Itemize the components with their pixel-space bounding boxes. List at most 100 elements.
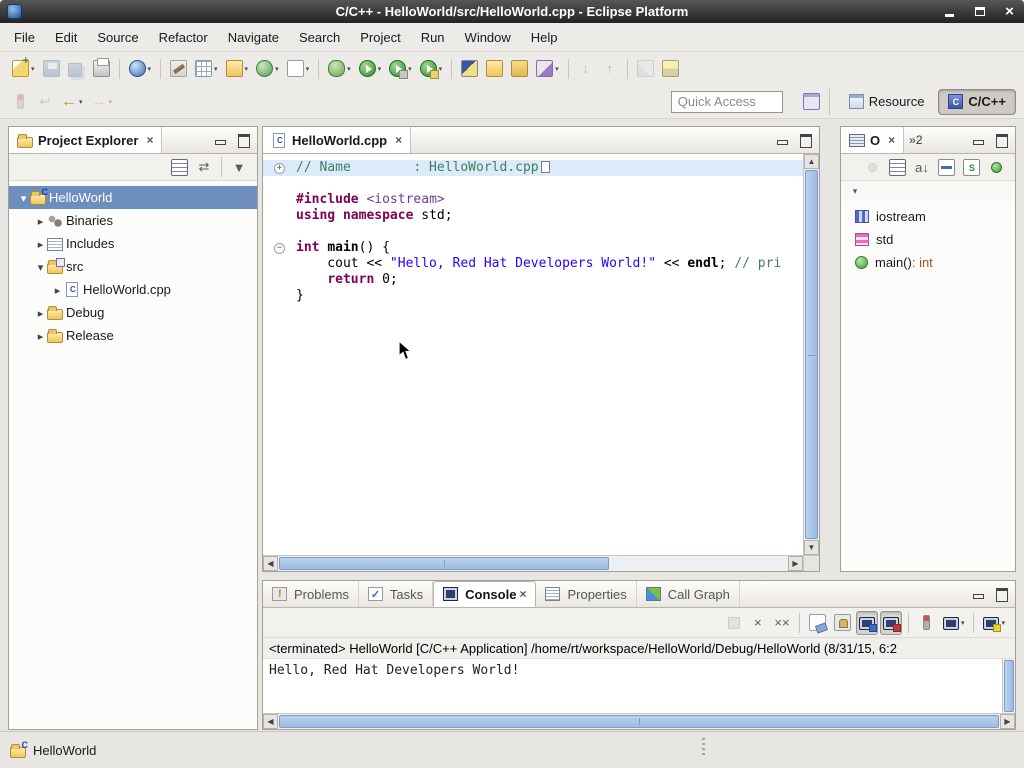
external-tools-button[interactable]: ▾ bbox=[417, 57, 446, 81]
tab-overflow-indicator[interactable]: »2 bbox=[904, 127, 927, 153]
profile-button[interactable]: ▾ bbox=[126, 57, 155, 81]
run-button[interactable]: ▾ bbox=[356, 57, 385, 81]
scroll-right-icon[interactable]: ▶ bbox=[788, 556, 803, 571]
menu-file[interactable]: File bbox=[4, 25, 45, 50]
hide-static-members-button[interactable] bbox=[960, 155, 983, 179]
profile-as-button[interactable]: ▾ bbox=[386, 57, 415, 81]
minimize-view-icon[interactable] bbox=[774, 132, 790, 148]
collapse-arrow-icon[interactable] bbox=[34, 259, 47, 274]
collapse-all-button[interactable] bbox=[168, 155, 191, 179]
scroll-right-icon[interactable]: ▶ bbox=[1000, 714, 1015, 729]
expand-arrow-icon[interactable] bbox=[34, 305, 47, 320]
menu-navigate[interactable]: Navigate bbox=[218, 25, 289, 50]
quick-access-input[interactable] bbox=[671, 91, 783, 113]
collapse-fold-icon[interactable]: − bbox=[274, 243, 285, 254]
menu-edit[interactable]: Edit bbox=[45, 25, 87, 50]
open-perspective-button[interactable] bbox=[800, 90, 823, 114]
maximize-view-icon[interactable] bbox=[993, 586, 1009, 602]
tree-item-binaries[interactable]: Binaries bbox=[9, 209, 257, 232]
scroll-left-icon[interactable]: ◀ bbox=[263, 714, 278, 729]
scroll-down-icon[interactable]: ▼ bbox=[804, 540, 819, 555]
build-configurations-button[interactable]: ▾ bbox=[192, 57, 221, 81]
minimize-view-icon[interactable] bbox=[970, 586, 986, 602]
minimize-view-icon[interactable] bbox=[212, 132, 228, 148]
menu-run[interactable]: Run bbox=[411, 25, 455, 50]
scroll-up-icon[interactable]: ▲ bbox=[804, 154, 819, 169]
sort-button[interactable]: a↓ bbox=[911, 155, 933, 179]
tab-project-explorer[interactable]: Project Explorer bbox=[9, 127, 162, 153]
new-cpp-file-button[interactable]: ▾ bbox=[284, 57, 313, 81]
hide-fields-button[interactable] bbox=[935, 155, 958, 179]
tab-tasks[interactable]: Tasks bbox=[359, 581, 433, 607]
view-menu-icon[interactable] bbox=[847, 184, 863, 198]
expand-arrow-icon[interactable] bbox=[34, 236, 47, 251]
open-console-button[interactable]: ▾ bbox=[980, 611, 1008, 635]
maximize-view-icon[interactable] bbox=[797, 132, 813, 148]
maximize-view-icon[interactable] bbox=[993, 132, 1009, 148]
minimize-view-icon[interactable] bbox=[970, 132, 986, 148]
build-all-button[interactable] bbox=[167, 57, 190, 81]
editor-vertical-scrollbar[interactable]: ▲ ▼ bbox=[803, 154, 819, 555]
tree-item-src[interactable]: src bbox=[9, 255, 257, 278]
outline-item-iostream[interactable]: iostream bbox=[841, 205, 1015, 228]
tab-call-graph[interactable]: Call Graph bbox=[637, 581, 740, 607]
collapse-arrow-icon[interactable] bbox=[17, 190, 30, 205]
scroll-lock-button[interactable] bbox=[831, 611, 854, 635]
remove-all-launches-button[interactable]: ×× bbox=[771, 611, 793, 635]
menu-window[interactable]: Window bbox=[455, 25, 521, 50]
scroll-left-icon[interactable]: ◀ bbox=[263, 556, 278, 571]
editor-horizontal-scrollbar[interactable]: ◀ ▶ bbox=[263, 555, 803, 571]
hide-non-public-members-button[interactable] bbox=[985, 155, 1008, 179]
scrollbar-thumb[interactable] bbox=[279, 557, 609, 570]
tab-properties[interactable]: Properties bbox=[536, 581, 636, 607]
expand-fold-icon[interactable]: + bbox=[274, 163, 285, 174]
perspective-c-c[interactable]: C/C++ bbox=[938, 89, 1016, 115]
close-icon[interactable] bbox=[146, 133, 153, 147]
scrollbar-thumb[interactable] bbox=[1004, 660, 1014, 712]
close-icon[interactable]: × bbox=[519, 587, 526, 601]
view-menu-button[interactable]: ▼ bbox=[228, 155, 250, 179]
console-vertical-scrollbar[interactable] bbox=[1002, 659, 1015, 713]
tree-item-release[interactable]: Release bbox=[9, 324, 257, 347]
trim-sash-handle[interactable] bbox=[702, 738, 705, 755]
console-horizontal-scrollbar[interactable]: ◀ ▶ bbox=[263, 713, 1015, 729]
tree-item-helloworld-cpp[interactable]: HelloWorld.cpp bbox=[9, 278, 257, 301]
open-resource-button[interactable] bbox=[508, 57, 531, 81]
close-icon[interactable] bbox=[395, 133, 402, 147]
tree-item-helloworld[interactable]: HelloWorld bbox=[9, 186, 257, 209]
tab-helloworld-cpp[interactable]: HelloWorld.cpp bbox=[263, 127, 411, 153]
collapsed-region-indicator[interactable] bbox=[541, 161, 550, 173]
show-when-stdout-changes-button[interactable] bbox=[856, 611, 878, 635]
maximize-view-icon[interactable] bbox=[235, 132, 251, 148]
new-class-button[interactable]: ▾ bbox=[253, 57, 282, 81]
collapse-all-button[interactable] bbox=[886, 155, 909, 179]
print-button[interactable] bbox=[90, 57, 113, 81]
menu-search[interactable]: Search bbox=[289, 25, 350, 50]
link-with-editor-button[interactable]: ⇄ bbox=[193, 155, 215, 179]
menu-project[interactable]: Project bbox=[350, 25, 410, 50]
new-button[interactable]: ▾ bbox=[9, 57, 38, 81]
close-icon[interactable] bbox=[888, 133, 895, 147]
outline-item-std[interactable]: std bbox=[841, 228, 1015, 251]
show-when-stderr-changes-button[interactable] bbox=[880, 611, 902, 635]
tab-console[interactable]: Console× bbox=[433, 581, 536, 607]
pin-console-button[interactable] bbox=[915, 611, 938, 635]
code-editor[interactable]: +// Name : HelloWorld.cpp#include <iostr… bbox=[263, 154, 803, 555]
scrollbar-thumb[interactable] bbox=[805, 170, 818, 539]
back-button[interactable]: ←▾ bbox=[58, 90, 86, 114]
mark-occurrences-button[interactable] bbox=[659, 57, 682, 81]
console-output[interactable]: Hello, Red Hat Developers World! bbox=[263, 659, 1002, 713]
debug-button[interactable]: ▾ bbox=[325, 57, 354, 81]
minimize-window-button[interactable] bbox=[942, 4, 957, 19]
menu-help[interactable]: Help bbox=[521, 25, 568, 50]
outline-item-main[interactable]: main() : int bbox=[841, 251, 1015, 274]
tree-item-includes[interactable]: Includes bbox=[9, 232, 257, 255]
tree-item-debug[interactable]: Debug bbox=[9, 301, 257, 324]
expand-arrow-icon[interactable] bbox=[34, 328, 47, 343]
perspective-resource[interactable]: Resource bbox=[839, 89, 935, 115]
outline-list[interactable]: iostreamstdmain() : int bbox=[841, 201, 1015, 571]
tab-problems[interactable]: Problems bbox=[263, 581, 359, 607]
maximize-window-button[interactable] bbox=[972, 4, 987, 19]
new-source-folder-button[interactable]: ▾ bbox=[223, 57, 252, 81]
menu-refactor[interactable]: Refactor bbox=[149, 25, 218, 50]
